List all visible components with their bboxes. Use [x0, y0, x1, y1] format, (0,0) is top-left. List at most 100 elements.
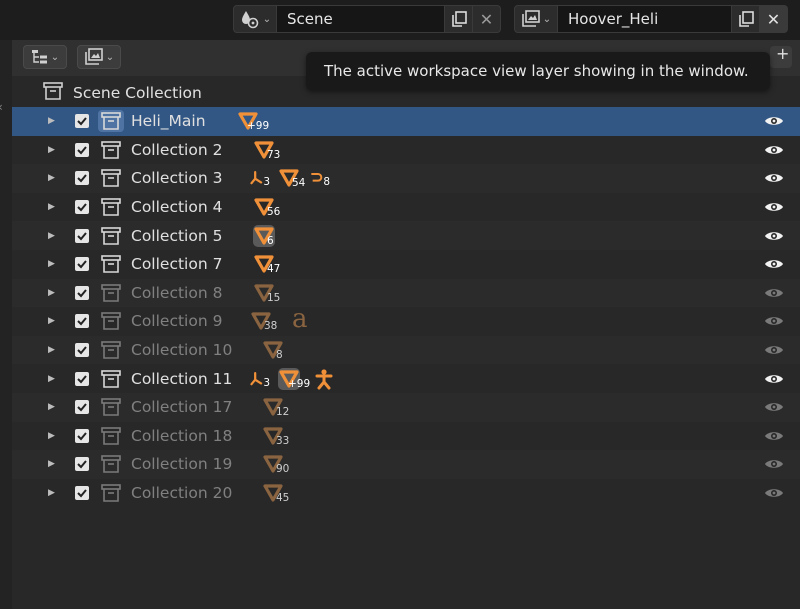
view-layer-selector[interactable]: ⌄ Hoover_Heli ✕: [514, 5, 788, 33]
collection-label[interactable]: Collection 7: [131, 255, 222, 273]
exclude-checkbox[interactable]: [75, 343, 89, 358]
scene-browse-button[interactable]: ⌄: [233, 5, 277, 33]
mesh-icon[interactable]: 15: [253, 282, 280, 304]
collection-label[interactable]: Collection 5: [131, 227, 222, 245]
view-layer-browse-button[interactable]: ⌄: [514, 5, 558, 33]
collection-row[interactable]: ▶ Collection 3 3 54 8: [12, 164, 800, 193]
collection-row[interactable]: ▶ Collection 17 12: [12, 393, 800, 422]
collection-row[interactable]: ▶ Collection 7 47: [12, 250, 800, 279]
eye-icon[interactable]: [762, 371, 786, 387]
expand-arrow-icon[interactable]: ▶: [48, 173, 58, 183]
collection-label[interactable]: Collection 8: [131, 284, 222, 302]
collection-row[interactable]: ▶ Collection 18 33: [12, 421, 800, 451]
exclude-checkbox[interactable]: [75, 114, 89, 129]
mesh-icon[interactable]: 73: [253, 139, 280, 161]
exclude-checkbox[interactable]: [75, 228, 89, 243]
exclude-checkbox[interactable]: [75, 171, 89, 186]
collection-label[interactable]: Collection 11: [131, 370, 232, 388]
collection-label[interactable]: Collection 2: [131, 141, 222, 159]
collection-label[interactable]: Heli_Main: [131, 112, 206, 130]
expand-arrow-icon[interactable]: ▶: [48, 316, 58, 326]
eye-icon[interactable]: [762, 142, 786, 158]
expand-arrow-icon[interactable]: ▶: [48, 374, 58, 384]
armature-icon[interactable]: [314, 368, 334, 390]
expand-arrow-icon[interactable]: ▶: [48, 231, 58, 241]
collection-row[interactable]: ▶ Collection 20 45: [12, 478, 800, 508]
exclude-checkbox[interactable]: [75, 371, 89, 386]
expand-arrow-icon[interactable]: ▶: [48, 259, 58, 269]
exclude-checkbox[interactable]: [75, 285, 89, 300]
bone-icon[interactable]: 3: [250, 368, 270, 390]
collection-label[interactable]: Collection 18: [131, 427, 232, 445]
eye-icon[interactable]: [762, 342, 786, 358]
collection-row[interactable]: ▶ Heli_Main +99: [12, 107, 800, 136]
mesh-icon[interactable]: 8: [262, 339, 284, 361]
bone-icon[interactable]: 3: [250, 167, 270, 189]
expand-arrow-icon[interactable]: ▶: [48, 488, 58, 498]
expand-arrow-icon[interactable]: ▶: [48, 345, 58, 355]
eye-icon[interactable]: [762, 313, 786, 329]
expand-arrow-icon[interactable]: ▶: [48, 402, 58, 412]
view-layer-name-field[interactable]: Hoover_Heli: [558, 5, 732, 33]
collection-row[interactable]: ▶ Collection 2 73: [12, 135, 800, 165]
mesh-icon[interactable]: 38: [250, 310, 277, 332]
mesh-icon[interactable]: 47: [253, 253, 280, 275]
mesh-icon[interactable]: 56: [253, 196, 280, 218]
collection-row[interactable]: ▶ Collection 4 56: [12, 192, 800, 222]
eye-icon[interactable]: [762, 170, 786, 186]
remove-view-layer-button[interactable]: ✕: [760, 5, 788, 33]
collection-label[interactable]: Collection 19: [131, 455, 232, 473]
chevron-left-icon[interactable]: ‹: [0, 100, 3, 114]
expand-arrow-icon[interactable]: ▶: [48, 202, 58, 212]
new-collection-button[interactable]: +: [770, 44, 792, 68]
expand-arrow-icon[interactable]: ▶: [48, 288, 58, 298]
exclude-checkbox[interactable]: [75, 428, 89, 443]
mesh-icon[interactable]: 12: [262, 396, 289, 418]
editor-type-button[interactable]: ⌄: [23, 45, 67, 69]
mesh-icon[interactable]: 45: [262, 482, 289, 504]
eye-icon[interactable]: [762, 428, 786, 444]
add-view-layer-button[interactable]: [732, 5, 760, 33]
mesh-icon[interactable]: +99: [237, 110, 269, 132]
collection-label[interactable]: Collection 17: [131, 398, 232, 416]
collection-row[interactable]: ▶ Collection 9 38 a: [12, 304, 800, 336]
collection-label[interactable]: Collection 9: [131, 312, 222, 330]
exclude-checkbox[interactable]: [75, 314, 89, 329]
eye-icon[interactable]: [762, 485, 786, 501]
eye-icon[interactable]: [762, 285, 786, 301]
display-mode-button[interactable]: ⌄: [77, 45, 121, 69]
new-scene-button[interactable]: [445, 5, 473, 33]
eye-icon[interactable]: [762, 399, 786, 415]
expand-arrow-icon[interactable]: ▶: [48, 459, 58, 469]
collection-row[interactable]: ▶ Collection 11 3 +99: [12, 364, 800, 393]
font-icon[interactable]: a: [292, 304, 308, 334]
exclude-checkbox[interactable]: [75, 142, 89, 157]
collection-label[interactable]: Collection 20: [131, 484, 232, 502]
exclude-checkbox[interactable]: [75, 257, 89, 272]
scene-name-field[interactable]: Scene: [277, 5, 445, 33]
collection-label[interactable]: Collection 3: [131, 169, 222, 187]
eye-icon[interactable]: [762, 199, 786, 215]
collection-row[interactable]: ▶ Collection 19 90: [12, 450, 800, 479]
expand-arrow-icon[interactable]: ▶: [48, 431, 58, 441]
mesh-icon[interactable]: 6: [253, 224, 275, 247]
expand-arrow-icon[interactable]: ▶: [48, 145, 58, 155]
collection-row[interactable]: ▶ Collection 5 6: [12, 221, 800, 250]
eye-icon[interactable]: [762, 456, 786, 472]
exclude-checkbox[interactable]: [75, 486, 89, 501]
scene-collection-row[interactable]: Scene Collection: [12, 79, 800, 107]
eye-icon[interactable]: [762, 228, 786, 244]
exclude-checkbox[interactable]: [75, 400, 89, 415]
exclude-checkbox[interactable]: [75, 200, 89, 215]
delete-scene-button[interactable]: ✕: [473, 5, 501, 33]
mesh-icon[interactable]: 90: [262, 453, 289, 475]
exclude-checkbox[interactable]: [75, 457, 89, 472]
mesh-icon[interactable]: 33: [262, 425, 289, 447]
eye-icon[interactable]: [762, 113, 786, 129]
mesh-icon[interactable]: 54: [278, 167, 305, 189]
scene-selector[interactable]: ⌄ Scene ✕: [233, 5, 501, 33]
eye-icon[interactable]: [762, 256, 786, 272]
mesh-icon[interactable]: +99: [278, 367, 310, 390]
curve-icon[interactable]: 8: [310, 167, 330, 189]
collection-label[interactable]: Collection 4: [131, 198, 222, 216]
